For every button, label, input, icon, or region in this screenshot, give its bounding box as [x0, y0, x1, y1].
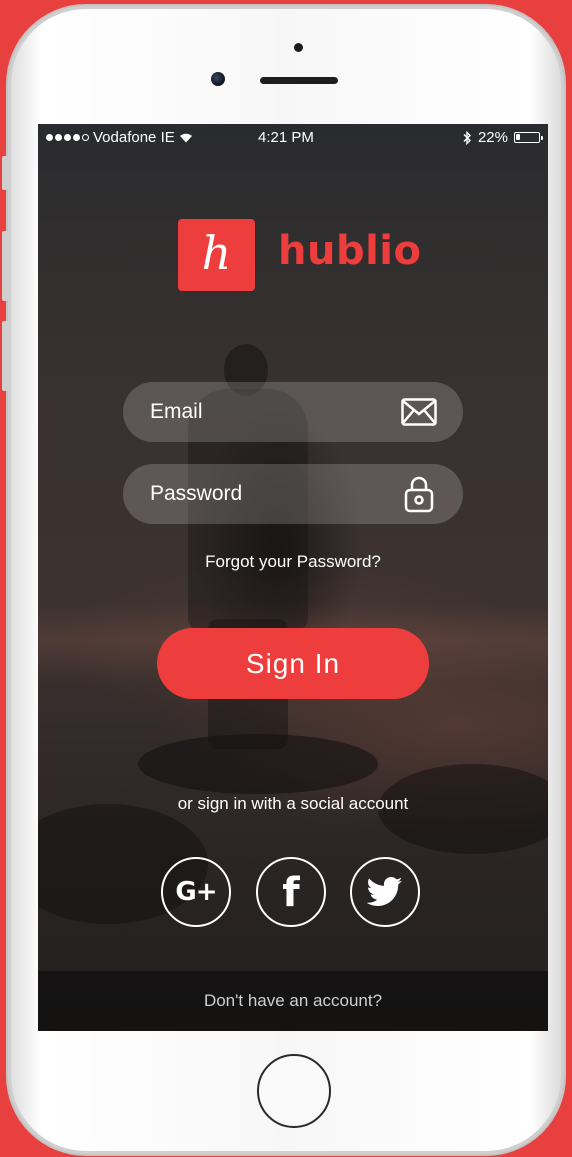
status-bar: Vodafone IE 4:21 PM 22% — [38, 124, 548, 152]
front-camera — [211, 72, 225, 86]
twitter-icon — [367, 877, 403, 906]
carrier-name: Vodafone IE — [93, 129, 175, 146]
facebook-icon: f — [282, 870, 300, 916]
phone-side-button — [2, 156, 8, 190]
bluetooth-icon — [463, 130, 471, 145]
lock-icon — [399, 474, 439, 514]
logo-letter: h — [201, 226, 232, 280]
forgot-password-link[interactable]: Forgot your Password? — [38, 552, 548, 572]
earpiece-speaker — [260, 77, 338, 84]
front-sensor — [294, 43, 303, 52]
status-left: Vodafone IE — [46, 129, 193, 146]
google-plus-icon: G+ — [175, 877, 217, 907]
signal-strength-icon — [46, 134, 89, 141]
status-right: 22% — [462, 129, 543, 146]
phone-volume-up — [2, 231, 8, 301]
email-placeholder: Email — [150, 400, 203, 423]
status-time: 4:21 PM — [258, 129, 314, 146]
app-screen: Vodafone IE 4:21 PM 22% h hublio Email P… — [38, 124, 548, 1031]
signup-prompt: Don't have an account? — [203, 991, 383, 1010]
email-field[interactable]: Email — [123, 382, 463, 442]
battery-icon — [514, 132, 543, 143]
social-signin-prompt: or sign in with a social account — [177, 794, 409, 813]
sign-in-button[interactable]: Sign In — [157, 628, 429, 699]
google-plus-button[interactable]: G+ — [161, 857, 231, 927]
app-logo-icon: h — [178, 219, 255, 291]
home-button[interactable] — [257, 1054, 331, 1128]
wifi-icon — [179, 133, 192, 143]
twitter-button[interactable] — [350, 857, 420, 927]
phone-volume-down — [2, 321, 8, 391]
password-field[interactable]: Password — [123, 464, 463, 524]
password-placeholder: Password — [150, 482, 243, 505]
facebook-button[interactable]: f — [256, 857, 326, 927]
envelope-icon — [399, 392, 439, 432]
battery-percent: 22% — [477, 129, 508, 146]
app-logo-wordmark: hublio — [278, 228, 422, 274]
signup-footer[interactable]: Don't have an account? — [38, 971, 548, 1031]
